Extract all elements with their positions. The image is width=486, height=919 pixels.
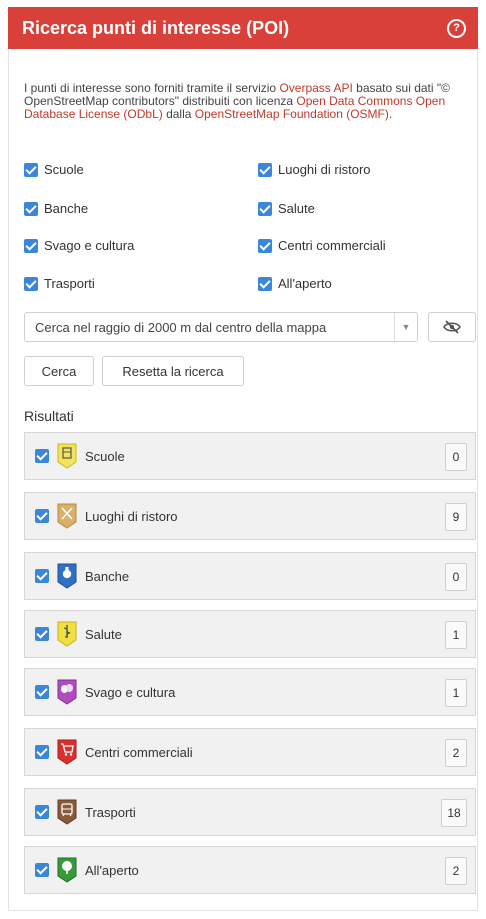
- checkbox[interactable]: [35, 449, 49, 463]
- result-row-svago-e-cultura[interactable]: Svago e cultura 1: [24, 668, 476, 716]
- attribution-text-part: .: [388, 107, 393, 121]
- result-row-salute[interactable]: Salute 1: [24, 610, 476, 658]
- result-row-trasporti[interactable]: Trasporti 18: [24, 788, 476, 836]
- attribution-text-part: dalla: [162, 107, 195, 121]
- reset-search-button[interactable]: Resetta la ricerca: [102, 356, 244, 386]
- result-count-badge: 2: [445, 739, 467, 767]
- result-count-badge: 0: [445, 443, 467, 471]
- checkbox[interactable]: [258, 238, 272, 253]
- radius-select[interactable]: Cerca nel raggio di 2000 m dal centro de…: [24, 312, 418, 342]
- result-label: Svago e cultura: [85, 684, 176, 700]
- checkbox[interactable]: [35, 685, 49, 699]
- filter-trasporti[interactable]: Trasporti: [24, 276, 95, 291]
- result-row-banche[interactable]: Banche 0: [24, 552, 476, 600]
- filter-label: Trasporti: [44, 276, 95, 291]
- result-count-badge: 0: [445, 563, 467, 591]
- transport-marker-icon: [57, 799, 77, 825]
- result-label: Banche: [85, 568, 130, 584]
- filter-label: Scuole: [44, 162, 84, 177]
- result-row-luoghi-di-ristoro[interactable]: Luoghi di ristoro 9: [24, 492, 476, 540]
- filter-label: All'aperto: [278, 276, 332, 291]
- result-count-badge: 1: [445, 621, 467, 649]
- osmf-link[interactable]: OpenStreetMap Foundation (OSMF): [195, 107, 389, 121]
- filter-svago-e-cultura[interactable]: Svago e cultura: [24, 238, 134, 253]
- filter-salute[interactable]: Salute: [258, 201, 315, 216]
- outdoor-marker-icon: [57, 857, 77, 883]
- overpass-api-link[interactable]: Overpass API: [279, 81, 352, 95]
- results-heading: Risultati: [24, 408, 74, 424]
- checkbox[interactable]: [258, 162, 272, 177]
- filter-label: Banche: [44, 201, 89, 216]
- result-row-scuole[interactable]: Scuole 0: [24, 432, 476, 480]
- panel-header: Ricerca punti di interesse (POI) ?: [8, 7, 478, 49]
- search-button[interactable]: Cerca: [24, 356, 94, 386]
- filter-label: Centri commerciali: [278, 238, 386, 253]
- checkbox[interactable]: [24, 238, 38, 253]
- filter-all-aperto[interactable]: All'aperto: [258, 276, 332, 291]
- checkbox[interactable]: [35, 627, 49, 641]
- checkbox[interactable]: [258, 201, 272, 216]
- filter-label: Svago e cultura: [44, 238, 135, 253]
- attribution-text-part: I punti di interesse sono forniti tramit…: [24, 81, 280, 95]
- help-icon[interactable]: ?: [447, 18, 466, 38]
- result-label: Scuole: [85, 448, 125, 464]
- checkbox[interactable]: [35, 805, 49, 819]
- result-label: Luoghi di ristoro: [85, 508, 178, 524]
- checkbox[interactable]: [24, 276, 38, 291]
- checkbox[interactable]: [35, 509, 49, 523]
- attribution-text: I punti di interesse sono forniti tramit…: [24, 82, 470, 121]
- chevron-down-icon[interactable]: ▼: [394, 313, 417, 341]
- school-marker-icon: [57, 443, 77, 469]
- poi-panel: [8, 49, 478, 911]
- health-marker-icon: [57, 621, 77, 647]
- radius-select-value: Cerca nel raggio di 2000 m dal centro de…: [35, 319, 327, 335]
- result-label: All'aperto: [85, 862, 139, 878]
- result-count-badge: 2: [445, 857, 467, 885]
- result-row-centri-commerciali[interactable]: Centri commerciali 2: [24, 728, 476, 776]
- filter-centri-commerciali[interactable]: Centri commerciali: [258, 238, 386, 253]
- shopping-marker-icon: [57, 739, 77, 765]
- checkbox[interactable]: [24, 201, 38, 216]
- result-count-badge: 1: [445, 679, 467, 707]
- checkbox[interactable]: [35, 863, 49, 877]
- result-count-badge: 18: [441, 799, 467, 827]
- checkbox[interactable]: [258, 276, 272, 291]
- restaurant-marker-icon: [57, 503, 77, 529]
- checkbox[interactable]: [35, 569, 49, 583]
- filter-luoghi-di-ristoro[interactable]: Luoghi di ristoro: [258, 162, 371, 177]
- eye-slash-icon: [443, 320, 461, 334]
- toggle-visibility-button[interactable]: [428, 312, 476, 342]
- filter-scuole[interactable]: Scuole: [24, 162, 84, 177]
- result-row-all-aperto[interactable]: All'aperto 2: [24, 846, 476, 894]
- checkbox[interactable]: [24, 162, 38, 177]
- result-label: Salute: [85, 626, 122, 642]
- panel-title: Ricerca punti di interesse (POI): [22, 17, 290, 38]
- result-label: Centri commerciali: [85, 744, 193, 760]
- filter-label: Luoghi di ristoro: [278, 162, 371, 177]
- bank-marker-icon: [57, 563, 77, 589]
- checkbox[interactable]: [35, 745, 49, 759]
- result-label: Trasporti: [85, 804, 136, 820]
- filter-banche[interactable]: Banche: [24, 201, 88, 216]
- result-count-badge: 9: [445, 503, 467, 531]
- culture-marker-icon: [57, 679, 77, 705]
- filter-label: Salute: [278, 201, 315, 216]
